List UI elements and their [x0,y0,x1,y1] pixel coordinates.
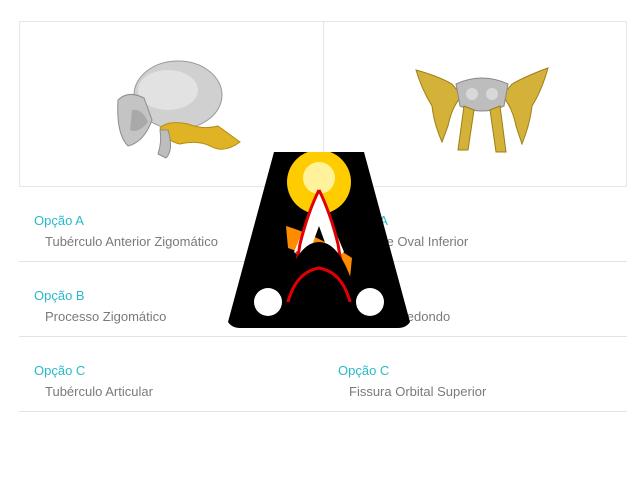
option-text: Tubérculo Articular [45,384,153,399]
a-letter-logo-icon [228,152,410,328]
option-row-c: Opção C Tubérculo Articular Opção C Fiss… [19,337,627,412]
sphenoid-bone-icon [414,67,549,153]
skull-zygomatic-icon [117,60,241,159]
option-text: Fissura Orbital Superior [349,384,487,399]
option-label: Opção C [338,363,390,378]
option-left-c[interactable]: Opção C Tubérculo Articular [19,337,323,411]
option-label: Opção C [34,363,86,378]
option-right-c[interactable]: Opção C Fissura Orbital Superior [323,337,627,411]
